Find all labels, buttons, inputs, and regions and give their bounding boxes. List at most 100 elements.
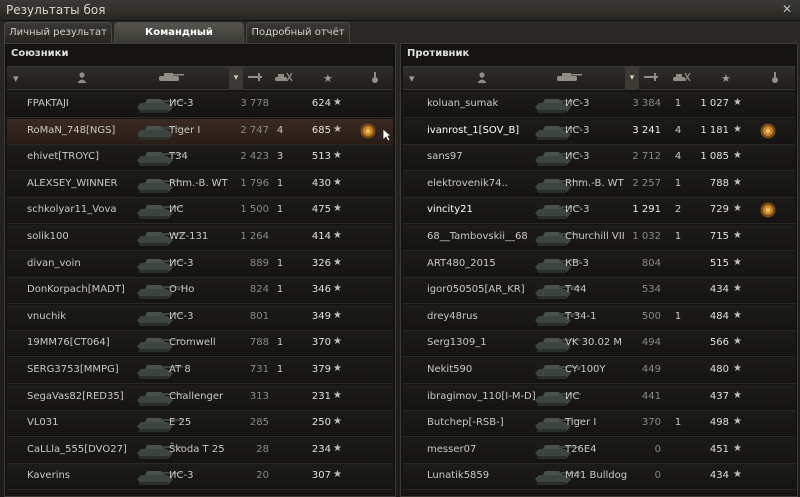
damage-value: 2 747 <box>240 124 269 136</box>
xp-star-icon: ★ <box>733 336 742 348</box>
tank-name: T34 <box>169 151 188 163</box>
xp-star-icon: ★ <box>333 256 342 268</box>
player-row[interactable]: sans97 ИС-3 2 712 4 1 085 ★ <box>403 145 795 172</box>
tank-name: T-44 <box>565 284 587 296</box>
medal-icon[interactable] <box>771 72 779 87</box>
kills-icon[interactable] <box>671 72 691 85</box>
player-row[interactable]: drey48rus T-34-1 500 1 484 ★ <box>403 304 795 331</box>
damage-value: 285 <box>249 417 269 429</box>
player-row[interactable]: Kaverins ИС-3 20 307 ★ <box>7 464 393 491</box>
damage-value: 3 778 <box>240 98 269 109</box>
player-row[interactable]: RoMaN_748[NGS] Tiger I 2 747 4 685 ★ <box>7 118 393 145</box>
player-row[interactable]: 68__Tambovskii__68 Churchill VII 1 032 1 715… <box>403 225 795 251</box>
player-row[interactable]: 19MM76[CT064] Cromwell 788 1 370 ★ <box>7 331 393 358</box>
player-name: SegaVas82[RED35] <box>27 390 124 402</box>
allies-title: Союзники <box>11 48 69 59</box>
damage-icon[interactable] <box>247 72 263 85</box>
window-title: Результаты боя <box>6 3 106 17</box>
player-icon[interactable] <box>477 72 487 86</box>
player-row[interactable]: ALEXSEY_WINNER Rhm.-B. WT 1 796 1 430 ★ <box>7 171 393 198</box>
player-name: igor050505[AR_KR] <box>427 284 525 296</box>
xp-star-icon: ★ <box>733 203 742 215</box>
player-row[interactable]: elektrovenik74.. Rhm.-B. WT 2 257 1 788 ★ <box>403 171 795 198</box>
player-row[interactable]: VL031 E 25 285 250 ★ <box>7 411 393 438</box>
xp-star-icon: ★ <box>333 123 342 135</box>
player-row[interactable]: Butchep[-RSB-] Tiger I 370 1 498 ★ <box>403 411 795 438</box>
tank-type-icon[interactable] <box>157 72 185 85</box>
kills-value: 4 <box>674 151 682 163</box>
damage-value: 801 <box>249 310 269 322</box>
player-row[interactable]: ibragimov_110[I-M-D] ИС 441 437 ★ <box>403 384 795 411</box>
player-row[interactable]: schkolyar11_Vova ИС 1 500 1 475 ★ <box>7 198 393 225</box>
tank-name: ИС-3 <box>169 470 194 482</box>
player-row[interactable]: koluan_sumak ИС-3 3 384 1 1 027 ★ <box>403 92 795 118</box>
damage-value: 1 032 <box>632 231 661 242</box>
xp-value: 566 <box>709 337 729 349</box>
kills-value: 1 <box>674 98 682 109</box>
tank-name: T-34-1 <box>565 310 597 322</box>
player-row[interactable]: ART480_2015 КВ-3 804 515 ★ <box>403 251 795 278</box>
xp-star-icon: ★ <box>733 469 742 481</box>
xp-star-icon: ★ <box>733 309 742 321</box>
damage-value: 494 <box>641 337 661 349</box>
player-name: RoMaN_748[NGS] <box>27 124 116 136</box>
player-row[interactable]: solik100 WZ-131 1 264 414 ★ <box>7 225 393 251</box>
damage-value: 449 <box>641 364 661 375</box>
player-row[interactable]: igor050505[AR_KR] T-44 534 434 ★ <box>403 278 795 305</box>
xp-star-icon: ★ <box>333 469 342 481</box>
player-row[interactable]: Nekit590 CY-100Y 449 480 ★ <box>403 358 795 384</box>
xp-value: 379 <box>311 364 331 375</box>
xp-value: 326 <box>311 257 331 269</box>
medal-icon[interactable] <box>371 72 379 87</box>
tank-name: Rhm.-B. WT <box>169 177 228 189</box>
player-name: DonKorpach[MADT] <box>27 284 125 296</box>
player-name: Kaverins <box>27 470 71 482</box>
player-name: ART480_2015 <box>427 257 496 269</box>
achievement-medal-icon[interactable] <box>359 122 377 140</box>
player-row[interactable]: ivanrost_1[SOV_B] ИС-3 3 241 4 1 181 ★ <box>403 118 795 145</box>
platoon-icon[interactable]: ▾ <box>13 72 19 85</box>
xp-star-icon: ★ <box>333 442 342 454</box>
damage-icon[interactable] <box>643 72 659 85</box>
tank-type-icon[interactable] <box>555 72 583 85</box>
player-row[interactable]: SegaVas82[RED35] Challenger 313 231 ★ <box>7 384 393 411</box>
xp-value: 434 <box>709 470 729 482</box>
xp-star-icon[interactable]: ★ <box>721 72 731 85</box>
tank-name: O-Ho <box>169 284 195 296</box>
platoon-icon[interactable]: ▾ <box>409 72 415 85</box>
achievement-medal-icon[interactable] <box>759 122 777 140</box>
player-name: ibragimov_110[I-M-D] <box>427 390 536 402</box>
damage-value: 0 <box>654 443 661 455</box>
kills-icon[interactable] <box>273 72 293 85</box>
player-row[interactable]: Serg1309_1 VK 30.02 M 494 566 ★ <box>403 331 795 358</box>
player-row[interactable]: divan_voin ИС-3 889 1 326 ★ <box>7 251 393 278</box>
player-row[interactable]: vincity21 ИС-3 1 291 2 729 ★ <box>403 198 795 225</box>
tab-personal-result[interactable]: Личный результат <box>4 22 112 43</box>
damage-value: 1 264 <box>240 231 269 242</box>
player-row[interactable]: CaLLla_555[DVO27] Škoda T 25 28 234 ★ <box>7 437 393 464</box>
player-row[interactable]: SERG3753[MMPG] AT 8 731 1 379 ★ <box>7 358 393 384</box>
achievement-medal-icon[interactable] <box>759 201 777 219</box>
tab-team-result[interactable]: Командный результат <box>114 22 244 58</box>
player-row[interactable]: Lunatik5859 M41 Bulldog 0 434 ★ <box>403 464 795 491</box>
tank-name: CY-100Y <box>565 364 606 375</box>
player-row[interactable]: vnuchik ИС-3 801 349 ★ <box>7 304 393 331</box>
close-icon[interactable]: ✕ <box>780 2 794 16</box>
damage-value: 1 796 <box>240 177 269 189</box>
player-row[interactable]: DonKorpach[MADT] O-Ho 824 1 346 ★ <box>7 278 393 305</box>
damage-value: 2 712 <box>632 151 661 163</box>
player-row[interactable]: messer07 T26E4 0 451 ★ <box>403 437 795 464</box>
damage-value: 313 <box>249 390 269 402</box>
xp-star-icon[interactable]: ★ <box>323 72 333 85</box>
xp-value: 434 <box>709 284 729 296</box>
player-row[interactable]: FPAKTAJI ИС-3 3 778 624 ★ <box>7 92 393 118</box>
player-row[interactable]: ehivet[TROYC] T34 2 423 3 513 ★ <box>7 145 393 172</box>
sort-icon[interactable]: ▾ <box>625 67 639 89</box>
xp-value: 715 <box>709 231 729 242</box>
tank-name: Škoda T 25 <box>169 443 225 455</box>
player-name: SERG3753[MMPG] <box>27 364 119 375</box>
sort-icon[interactable]: ▾ <box>229 67 243 89</box>
tab-detailed-report[interactable]: Подробный отчёт <box>246 22 350 43</box>
player-icon[interactable] <box>77 72 87 86</box>
tank-name: ИС-3 <box>169 310 194 322</box>
